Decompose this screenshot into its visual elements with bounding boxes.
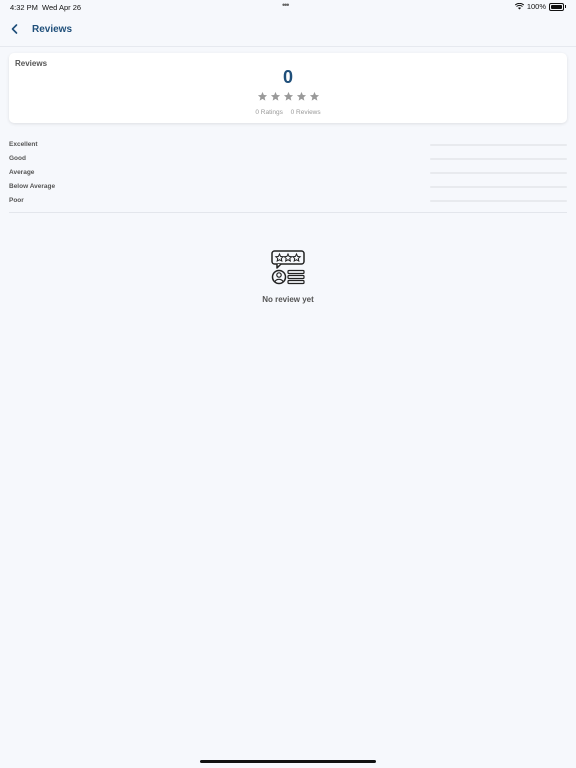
status-date: Wed Apr 26 [42, 3, 82, 12]
breakdown-row: Good [9, 154, 567, 168]
rating-counts: 0 Ratings 0 Reviews [9, 109, 567, 116]
breakdown-row: Poor [9, 196, 567, 210]
star-icon [270, 91, 280, 101]
star-icon [309, 91, 319, 101]
status-right: 100% [514, 2, 566, 11]
chevron-left-icon[interactable] [8, 22, 22, 36]
nav-bar: Reviews [0, 14, 576, 47]
breakdown-label: Poor [9, 197, 24, 204]
status-time: 4:32 PM [10, 3, 38, 12]
breakdown-bar [430, 158, 567, 160]
reviews-count: 0 Reviews [290, 109, 321, 116]
wifi-icon [514, 3, 524, 10]
breakdown-row: Average [9, 168, 567, 182]
breakdown-label: Excellent [9, 141, 38, 148]
review-feedback-icon [271, 250, 305, 285]
page-title: Reviews [32, 24, 73, 35]
empty-state-text: No review yet [262, 295, 314, 304]
breakdown-row: Excellent [9, 140, 567, 154]
home-indicator[interactable] [200, 760, 376, 763]
battery-tip [565, 5, 566, 8]
star-icon [283, 91, 293, 101]
star-icon [296, 91, 306, 101]
divider [9, 212, 567, 213]
empty-state: No review yet [0, 249, 576, 304]
breakdown-bar [430, 200, 567, 202]
average-rating: 0 [282, 67, 293, 87]
breakdown-bar [430, 144, 567, 146]
battery-percent: 100% [526, 2, 546, 11]
breakdown-label: Good [9, 155, 26, 162]
star-icon [257, 91, 267, 101]
breakdown-bar [430, 172, 567, 174]
ratings-count: 0 Ratings [255, 109, 283, 116]
status-bar: 4:32 PM Wed Apr 26 ••• 100% [0, 0, 576, 14]
battery-icon [549, 2, 564, 11]
star-rating [9, 91, 567, 102]
breakdown-row: Below Average [9, 182, 567, 196]
ratings-summary-card: Reviews 0 0 Ratings 0 Reviews [9, 53, 567, 123]
multitasking-dots[interactable]: ••• [282, 0, 290, 10]
breakdown-label: Average [9, 169, 35, 176]
breakdown-bar [430, 186, 567, 188]
rating-breakdown: Excellent Good Average Below Average Poor [9, 140, 567, 210]
breakdown-label: Below Average [9, 183, 56, 190]
